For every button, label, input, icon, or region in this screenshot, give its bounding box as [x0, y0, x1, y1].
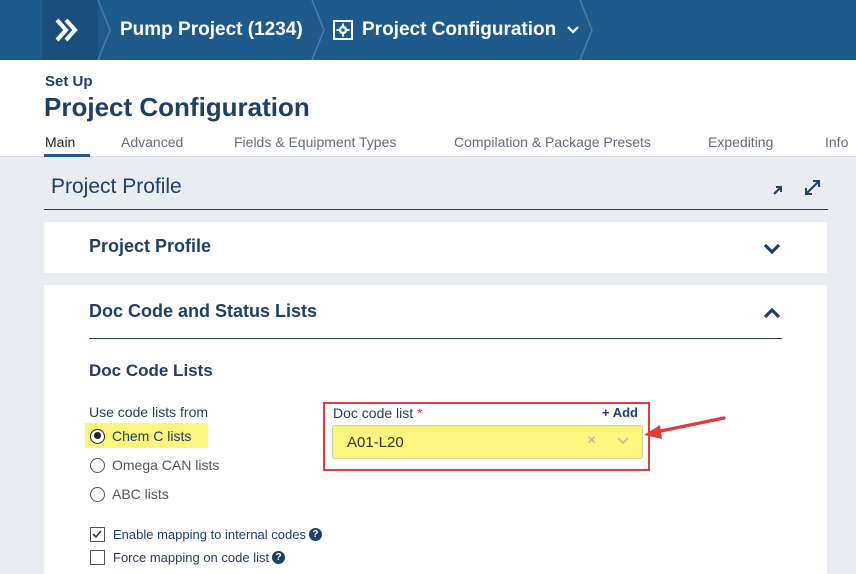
checkbox-unchecked-icon [90, 549, 105, 565]
app-logo[interactable] [42, 0, 98, 60]
help-icon[interactable]: ? [308, 527, 322, 541]
radio-label: Chem C lists [112, 428, 192, 444]
breadcrumb-config-label: Project Configuration [362, 19, 557, 40]
section-divider [89, 338, 782, 339]
project-profile-card[interactable]: Project Profile [44, 222, 827, 273]
collapse-icon[interactable] [772, 178, 790, 196]
select-value: A01-L20 [347, 434, 404, 451]
page-supertitle: Set Up [45, 73, 93, 90]
gear-icon [333, 20, 353, 40]
page-title: Project Configuration [44, 92, 310, 122]
doc-code-list-select[interactable]: A01-L20 × [332, 425, 643, 459]
add-label: Add [612, 405, 638, 420]
radio-unselected-icon [90, 486, 105, 502]
breadcrumb-separator-icon [579, 0, 593, 60]
checkbox-label: Force mapping on code list [113, 549, 270, 565]
breadcrumb-project[interactable]: Pump Project (1234) [120, 0, 303, 60]
chevron-down-icon[interactable] [616, 433, 630, 447]
doc-code-lists-heading: Doc Code Lists [89, 361, 213, 380]
checkbox-checked-icon [90, 526, 105, 542]
help-icon[interactable]: ? [272, 550, 286, 564]
doc-code-list-label: Doc code list * [333, 405, 423, 421]
required-marker: * [417, 405, 423, 421]
chevron-up-icon[interactable] [762, 303, 782, 323]
card-title: Doc Code and Status Lists [89, 301, 318, 321]
section-header: Project Profile [44, 172, 828, 210]
tab-expediting[interactable]: Expediting [708, 134, 773, 150]
tab-main[interactable]: Main [45, 134, 75, 150]
use-code-lists-label: Use code lists from [89, 404, 209, 420]
radio-omega-can-lists[interactable]: Omega CAN lists [90, 454, 219, 476]
radio-unselected-icon [90, 457, 105, 473]
plus-icon: + [601, 405, 610, 420]
checkbox-force-mapping[interactable]: Force mapping on code list ? [90, 547, 286, 567]
tab-advanced[interactable]: Advanced [121, 134, 183, 150]
card-title: Project Profile [89, 236, 212, 256]
tab-info[interactable]: Info [825, 134, 848, 150]
chevron-down-icon[interactable] [762, 239, 782, 259]
section-title: Project Profile [51, 175, 182, 198]
tab-fields-equipment-types[interactable]: Fields & Equipment Types [234, 134, 396, 150]
clear-icon[interactable]: × [587, 432, 596, 450]
annotation-box: Doc code list * + Add A01-L20 × [323, 402, 650, 471]
tab-bar: Main Advanced Fields & Equipment Types C… [0, 132, 856, 157]
radio-abc-lists[interactable]: ABC lists [90, 483, 169, 505]
radio-label: ABC lists [112, 486, 169, 502]
breadcrumb-project-configuration[interactable]: Project Configuration [333, 0, 580, 60]
checkbox-enable-mapping[interactable]: Enable mapping to internal codes ? [90, 524, 322, 544]
radio-label: Omega CAN lists [112, 457, 220, 473]
top-nav-bar: Pump Project (1234) Project Configuratio… [0, 0, 856, 60]
breadcrumb-separator-icon [97, 0, 111, 60]
breadcrumb-separator-icon [311, 0, 325, 60]
annotation-arrow-icon [644, 416, 726, 439]
add-link[interactable]: + Add [602, 405, 638, 420]
radio-chem-c-lists[interactable]: Chem C lists [90, 425, 191, 447]
tab-compilation-package-presets[interactable]: Compilation & Package Presets [454, 134, 651, 150]
breadcrumb-project-label: Pump Project (1234) [120, 19, 303, 40]
radio-selected-icon [90, 428, 105, 444]
checkbox-label: Enable mapping to internal codes [113, 526, 306, 542]
expand-icon[interactable] [804, 178, 822, 196]
double-chevron-icon [55, 18, 78, 42]
